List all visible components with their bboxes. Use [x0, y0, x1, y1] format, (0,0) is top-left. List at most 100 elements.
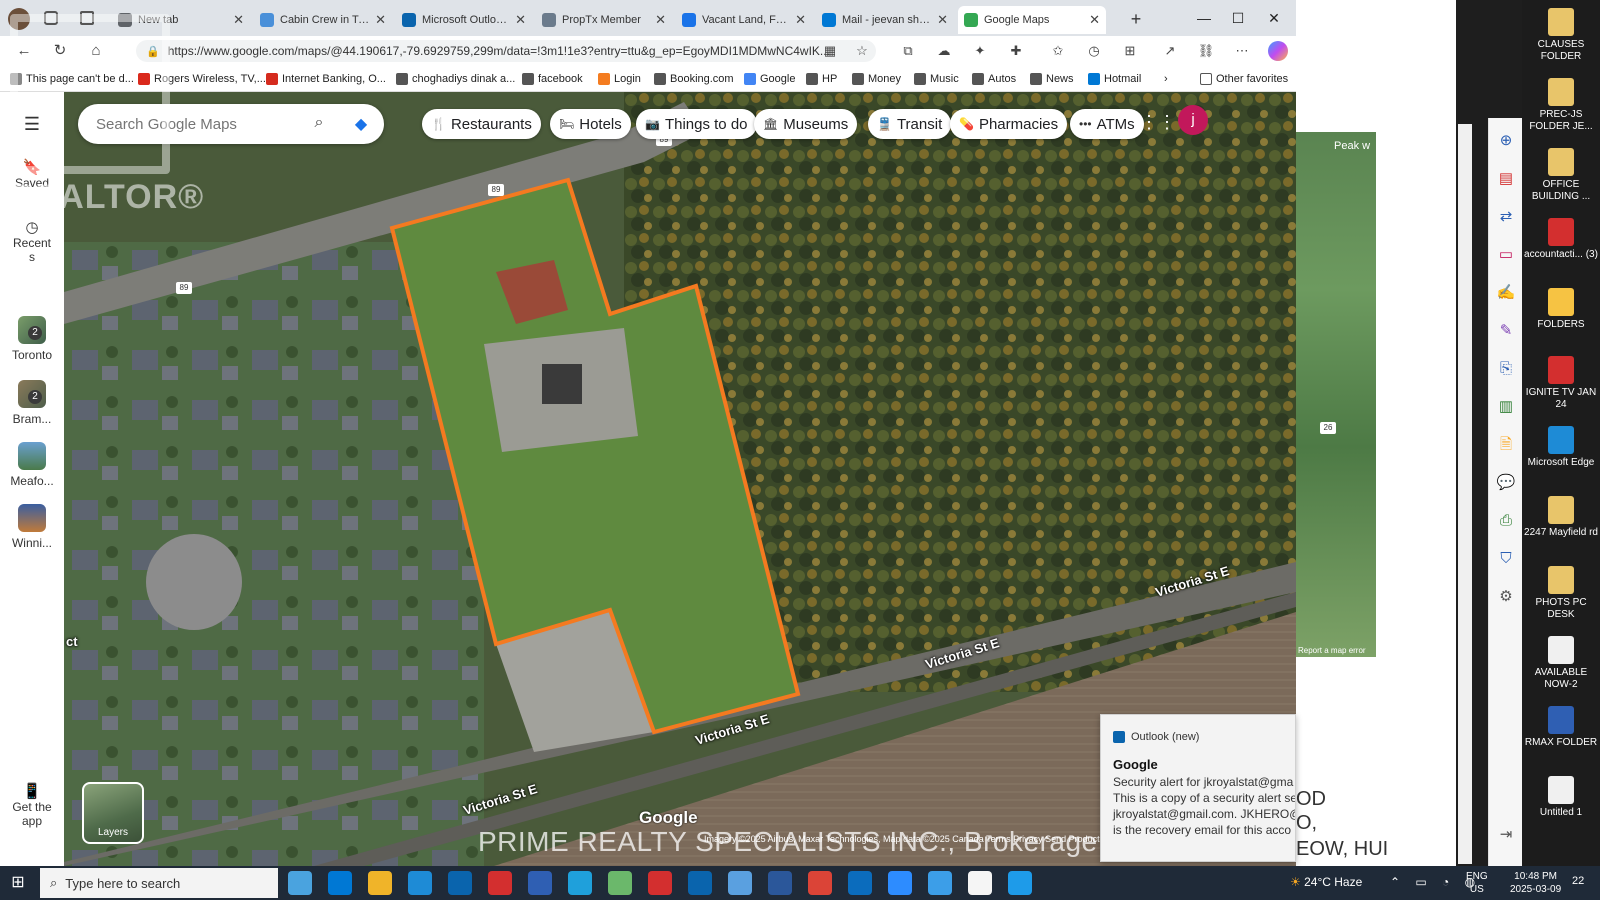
- copilot-icon[interactable]: [1268, 41, 1288, 61]
- taskbar-search[interactable]: ⌕ Type here to search: [40, 868, 278, 898]
- taskbar-app-icon[interactable]: [328, 871, 352, 895]
- desktop-icon[interactable]: CLAUSES FOLDER: [1522, 8, 1600, 63]
- desktop-icon[interactable]: FOLDERS: [1522, 288, 1600, 331]
- taskbar-app-icon[interactable]: [928, 871, 952, 895]
- close-window-button[interactable]: ✕: [1258, 6, 1290, 30]
- desktop-icon[interactable]: IGNITE TV JAN 24: [1522, 356, 1600, 411]
- favorites-overflow-chevron-icon[interactable]: ›: [1164, 71, 1168, 87]
- taskbar-app-icon[interactable]: [1008, 871, 1032, 895]
- protect-icon[interactable]: ⛉: [1489, 546, 1523, 572]
- favorite-link[interactable]: choghadiys dinak a...: [396, 71, 515, 87]
- taskbar-app-icon[interactable]: [608, 871, 632, 895]
- maximize-button[interactable]: ☐: [1222, 6, 1254, 30]
- layout-icon[interactable]: ▭: [1489, 242, 1523, 268]
- directions-icon[interactable]: ◆: [350, 114, 372, 134]
- file-icon[interactable]: 🗎: [1489, 432, 1523, 458]
- taskbar-app-icon[interactable]: [288, 871, 312, 895]
- tab-2[interactable]: Cabin Crew in T-shirt ✕: [254, 6, 392, 34]
- desktop-icon[interactable]: PREC-JS FOLDER JE...: [1522, 78, 1600, 133]
- favorite-link[interactable]: Login: [598, 71, 641, 87]
- chip-transit[interactable]: 🚆 Transit: [868, 109, 952, 139]
- tab-6[interactable]: Mail - jeevan sharma ✕: [816, 6, 954, 34]
- notification-toast[interactable]: Outlook (new) Google Security alert for …: [1100, 714, 1296, 862]
- favorite-link[interactable]: Booking.com: [654, 71, 734, 87]
- clock[interactable]: 10:48 PM 2025-03-09: [1510, 870, 1561, 896]
- zoom-icon[interactable]: ⊕: [1489, 128, 1523, 154]
- search-input[interactable]: [96, 114, 296, 134]
- extension-icon-1[interactable]: ✦: [970, 41, 990, 61]
- sidebar-item-meaford[interactable]: Meafo...: [0, 442, 64, 488]
- link-icon[interactable]: ⛓: [1196, 41, 1216, 61]
- taskbar-app-icon[interactable]: [528, 871, 552, 895]
- taskbar-app-icon[interactable]: [648, 871, 672, 895]
- language-indicator[interactable]: ENG US: [1466, 870, 1488, 896]
- sidebar-item-winnipeg[interactable]: Winni...: [0, 504, 64, 550]
- chip-pharmacies[interactable]: 💊 Pharmacies: [950, 109, 1068, 139]
- tab-close-icon[interactable]: ✕: [795, 12, 806, 28]
- other-favorites-link[interactable]: Other favorites: [1200, 71, 1288, 87]
- desktop-icon[interactable]: PHOTS PC DESK: [1522, 566, 1600, 621]
- favorite-link[interactable]: Internet Banking, O...: [266, 71, 386, 87]
- more-menu-icon[interactable]: ⋯: [1232, 41, 1252, 61]
- taskbar-app-icon[interactable]: [448, 871, 472, 895]
- chip-atms[interactable]: ••• ATMs: [1070, 109, 1144, 139]
- favorite-link[interactable]: HP: [806, 71, 837, 87]
- favorite-link[interactable]: Rogers Wireless, TV,...: [138, 71, 266, 87]
- favorite-link[interactable]: facebook: [522, 71, 583, 87]
- share-icon[interactable]: ↗: [1160, 41, 1180, 61]
- favorite-link[interactable]: Money: [852, 71, 901, 87]
- organize-icon[interactable]: ▥: [1489, 394, 1523, 420]
- collections-icon[interactable]: ⊞: [1120, 41, 1140, 61]
- edit-icon[interactable]: ✎: [1489, 318, 1523, 344]
- tab-close-icon[interactable]: ✕: [515, 12, 526, 28]
- cloud-icon[interactable]: ☁: [934, 41, 954, 61]
- sidebar-item-brampton[interactable]: 2 Bram...: [0, 380, 64, 426]
- tools-icon[interactable]: ⚙: [1489, 584, 1523, 610]
- desktop-icon[interactable]: OFFICE BUILDING ...: [1522, 148, 1600, 203]
- profile-icon[interactable]: [8, 8, 30, 30]
- minimize-button[interactable]: —: [1188, 6, 1220, 30]
- taskbar-app-icon[interactable]: [768, 871, 792, 895]
- taskbar-app-icon[interactable]: [968, 871, 992, 895]
- desktop-icon[interactable]: RMAX FOLDER: [1522, 706, 1600, 749]
- sidebar-item-saved[interactable]: 🔖 Saved: [0, 158, 64, 190]
- split-screen-icon[interactable]: ⧉: [898, 41, 918, 61]
- tab-close-icon[interactable]: ✕: [937, 12, 948, 28]
- desktop-icon[interactable]: Untitled 1: [1522, 776, 1600, 819]
- tab-7[interactable]: Google Maps ✕: [958, 6, 1106, 34]
- tab-close-icon[interactable]: ✕: [233, 12, 244, 28]
- sidebar-item-recents[interactable]: ◷ Recents: [0, 218, 64, 264]
- tab-1[interactable]: New tab ✕: [112, 6, 250, 34]
- app-available-icon[interactable]: ▦: [820, 41, 840, 61]
- history-icon[interactable]: ◷: [1084, 41, 1104, 61]
- get-the-app-button[interactable]: 📱 Get the app: [0, 782, 64, 828]
- favorite-link[interactable]: Hotmail: [1088, 71, 1141, 87]
- favorite-link[interactable]: This page can't be d...: [10, 71, 134, 87]
- taskbar-app-icon[interactable]: [688, 871, 712, 895]
- sign-icon[interactable]: ✍: [1489, 280, 1523, 306]
- desktop-icon[interactable]: Microsoft Edge: [1522, 426, 1600, 469]
- favorite-link[interactable]: Music: [914, 71, 959, 87]
- taskbar-app-icon[interactable]: [408, 871, 432, 895]
- chip-museums[interactable]: 🏛 Museums: [754, 109, 858, 139]
- vertical-tabs-icon[interactable]: [80, 11, 94, 25]
- taskbar-app-icon[interactable]: [728, 871, 752, 895]
- desktop-icon[interactable]: 2247 Mayfield rd: [1522, 496, 1600, 539]
- favorite-link[interactable]: Autos: [972, 71, 1016, 87]
- pdf-tool-icon[interactable]: ▤: [1489, 166, 1523, 192]
- taskbar-app-icon[interactable]: [368, 871, 392, 895]
- taskbar-app-icon[interactable]: [888, 871, 912, 895]
- tab-close-icon[interactable]: ✕: [655, 12, 666, 28]
- weather-widget[interactable]: ☀ 24°C Haze: [1290, 875, 1362, 889]
- tab-5[interactable]: Vacant Land, Farm, C ✕: [676, 6, 812, 34]
- search-icon[interactable]: ⌕: [308, 114, 330, 134]
- back-button[interactable]: ←: [12, 40, 36, 62]
- tab-4[interactable]: PropTx Member ✕: [536, 6, 672, 34]
- tab-close-icon[interactable]: ✕: [375, 12, 386, 28]
- favorite-link[interactable]: News: [1030, 71, 1074, 87]
- taskbar-app-icon[interactable]: [848, 871, 872, 895]
- address-bar[interactable]: 🔒 https://www.google.com/maps/@44.190617…: [136, 40, 876, 62]
- taskbar-app-icon[interactable]: [568, 871, 592, 895]
- desktop-icon[interactable]: AVAILABLE NOW-2: [1522, 636, 1600, 691]
- collapse-icon[interactable]: ⇥: [1489, 822, 1523, 848]
